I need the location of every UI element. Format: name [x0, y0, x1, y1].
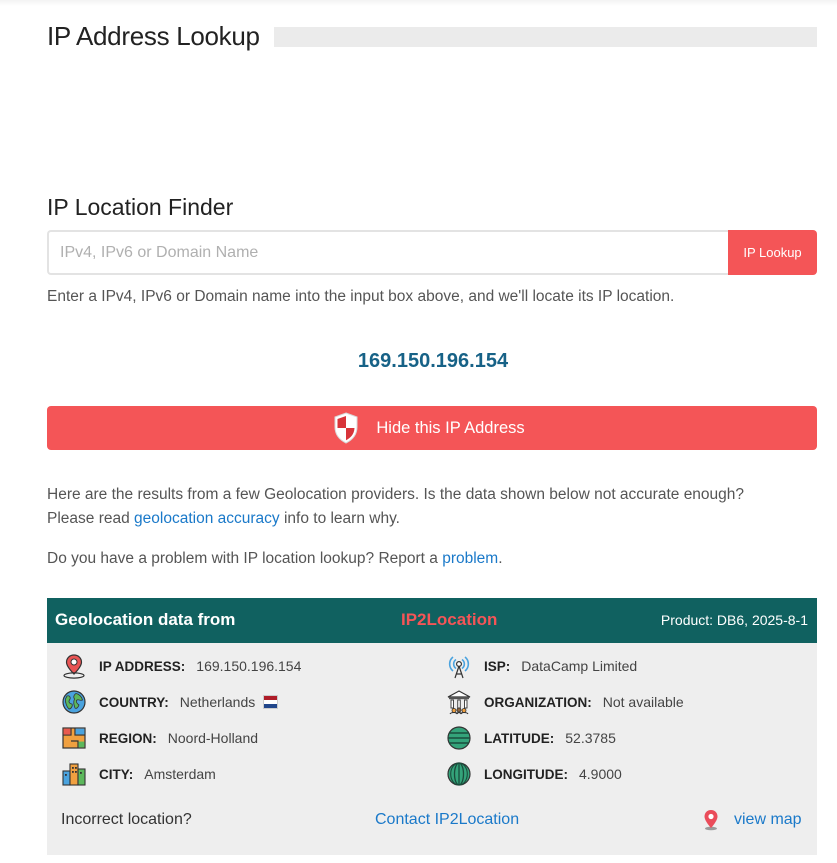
isp-label: ISP:	[484, 658, 511, 674]
contact-provider-link[interactable]: Contact IP2Location	[375, 811, 519, 829]
country-label: COUNTRY:	[99, 694, 169, 710]
ip-lookup-button[interactable]: IP Lookup	[728, 230, 817, 275]
results-info-prefix: Please read	[47, 510, 135, 527]
problem-link[interactable]: problem	[442, 550, 498, 567]
region-label: REGION:	[99, 730, 157, 746]
hide-ip-button[interactable]: Hide this IP Address	[47, 406, 817, 450]
longitude-icon	[447, 762, 471, 786]
latitude-label: LATITUDE:	[484, 730, 555, 746]
latitude-value: 52.3785	[565, 730, 616, 746]
incorrect-location-text: Incorrect location?	[61, 811, 192, 828]
organization-label: ORGANIZATION:	[484, 694, 592, 710]
latitude-icon	[447, 726, 471, 750]
ip-address-label: IP ADDRESS:	[99, 658, 186, 674]
longitude-field: LONGITUDE: 4.9000	[446, 761, 622, 787]
product-info: Product: DB6, 2025-8-1	[660, 612, 808, 628]
organization-value: Not available	[602, 694, 684, 710]
region-value: Noord-Holland	[167, 730, 259, 746]
city-value: Amsterdam	[144, 766, 216, 782]
longitude-value: 4.9000	[579, 766, 622, 782]
current-ip-address: 169.150.196.154	[357, 350, 509, 372]
antenna-icon	[448, 656, 470, 679]
top-shade	[0, 0, 837, 6]
results-info-text: Here are the results from a few Geolocat…	[47, 486, 745, 503]
title-placeholder-bar	[274, 27, 817, 47]
finder-title: IP Location Finder	[47, 194, 234, 220]
view-map-label: view map	[734, 811, 802, 828]
ip-search-input[interactable]	[47, 230, 728, 275]
results-info-suffix: info to learn why.	[279, 510, 400, 527]
region-map-icon	[62, 727, 86, 749]
globe-icon	[62, 690, 86, 714]
isp-field: ISP: DataCamp Limited	[446, 653, 637, 679]
longitude-label: LONGITUDE:	[484, 766, 568, 782]
city-icon	[62, 763, 86, 786]
hide-ip-label: Hide this IP Address	[376, 418, 525, 437]
netherlands-flag-icon	[263, 695, 279, 709]
country-field: COUNTRY: Netherlands	[61, 689, 279, 715]
latitude-field: LATITUDE: 52.3785	[446, 725, 616, 751]
results-info: Here are the results from a few Geolocat…	[47, 483, 744, 531]
problem-report-suffix: .	[498, 550, 503, 567]
geolocation-provider: IP2Location	[401, 610, 498, 629]
organization-field: ORGANIZATION: Not available	[446, 689, 684, 715]
shield-icon	[334, 412, 358, 444]
ip-address-field: IP ADDRESS: 169.150.196.154	[61, 653, 301, 679]
geolocation-accuracy-link[interactable]: geolocation accuracy	[134, 510, 280, 527]
problem-report-text: Do you have a problem with IP location l…	[47, 550, 443, 567]
view-map-link[interactable]: view map	[701, 809, 802, 831]
country-value: Netherlands	[179, 694, 256, 710]
ip-address-icon	[63, 654, 85, 679]
isp-value: DataCamp Limited	[521, 658, 638, 674]
map-pin-icon	[704, 810, 718, 831]
city-label: CITY:	[99, 766, 134, 782]
geolocation-header-label: Geolocation data from	[55, 610, 236, 629]
region-field: REGION: Noord-Holland	[61, 725, 258, 751]
problem-report: Do you have a problem with IP location l…	[47, 547, 503, 571]
ip-address-value: 169.150.196.154	[196, 658, 302, 674]
city-field: CITY: Amsterdam	[61, 761, 216, 787]
geolocation-panel: Geolocation data from IP2Location Produc…	[47, 598, 817, 855]
organization-icon	[447, 690, 471, 715]
geolocation-header: Geolocation data from IP2Location Produc…	[47, 598, 817, 643]
finder-hint: Enter a IPv4, IPv6 or Domain name into t…	[47, 288, 675, 305]
page-title: IP Address Lookup	[47, 21, 260, 51]
